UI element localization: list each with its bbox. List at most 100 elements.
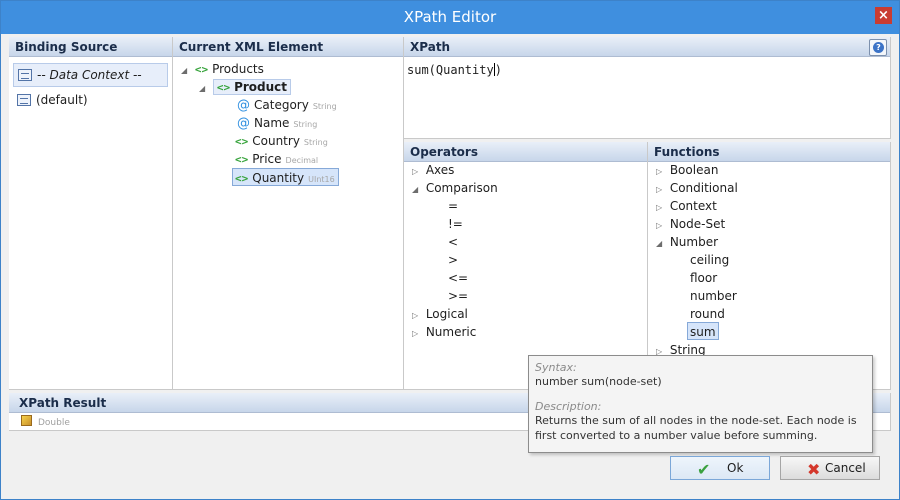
tree-node-product-label-box: <> Product bbox=[212, 79, 292, 95]
operator-greater-equal[interactable]: >= bbox=[448, 287, 468, 305]
function-group-label: Boolean bbox=[669, 163, 719, 177]
function-number[interactable]: number bbox=[690, 287, 737, 305]
database-icon bbox=[18, 69, 32, 81]
element-icon: <> bbox=[235, 135, 249, 148]
functions-panel: Functions ▷ Boolean ▷ Conditional ▷ Cont… bbox=[648, 142, 891, 390]
collapsed-arrow-icon: ▷ bbox=[412, 329, 419, 338]
function-group-label: Number bbox=[669, 235, 719, 249]
element-icon: <> bbox=[216, 81, 231, 94]
expanded-arrow-icon: ◢ bbox=[181, 66, 188, 75]
function-group-label: Node-Set bbox=[669, 217, 726, 231]
operator-group-axes[interactable]: ▷ Axes bbox=[412, 161, 454, 179]
xpath-header: XPath bbox=[404, 37, 890, 57]
ok-button[interactable]: ✔ Ok bbox=[670, 456, 770, 480]
type-label: String bbox=[312, 102, 337, 111]
close-button[interactable]: × bbox=[875, 7, 892, 24]
tree-node-quantity[interactable]: <> Quantity UInt16 bbox=[232, 168, 339, 186]
tree-node-label: Price bbox=[252, 152, 282, 166]
type-label: String bbox=[303, 138, 328, 147]
binding-item-data-context[interactable]: -- Data Context -- bbox=[13, 63, 168, 87]
type-label: UInt16 bbox=[308, 175, 335, 184]
function-group-conditional[interactable]: ▷ Conditional bbox=[656, 179, 738, 197]
operator-group-label: Axes bbox=[425, 163, 455, 177]
value-cube-icon bbox=[21, 415, 32, 426]
tree-node-label: Quantity bbox=[252, 171, 305, 185]
tree-node-price[interactable]: <> Price Decimal bbox=[235, 150, 318, 168]
function-tooltip: Syntax: number sum(node-set) Description… bbox=[528, 355, 873, 453]
operator-group-label: Logical bbox=[425, 307, 468, 321]
tree-node-label: Products bbox=[212, 62, 264, 76]
tooltip-description: Returns the sum of all nodes in the node… bbox=[535, 414, 857, 442]
ok-button-label: Ok bbox=[727, 461, 744, 475]
operators-header: Operators bbox=[404, 142, 647, 162]
function-group-node-set[interactable]: ▷ Node-Set bbox=[656, 215, 725, 233]
operator-equal[interactable]: = bbox=[448, 197, 458, 215]
operator-greater-than[interactable]: > bbox=[448, 251, 458, 269]
xml-element-panel: Current XML Element ◢ <> Products ◢ <> Pro… bbox=[173, 37, 404, 390]
tree-node-category[interactable]: @ Category String bbox=[237, 96, 337, 114]
function-sum[interactable]: sum bbox=[687, 322, 719, 340]
cancel-button[interactable]: ✖ Cancel bbox=[780, 456, 880, 480]
binding-item-label: -- Data Context -- bbox=[37, 68, 142, 82]
help-icon: ? bbox=[873, 42, 884, 53]
function-group-boolean[interactable]: ▷ Boolean bbox=[656, 161, 718, 179]
operator-group-logical[interactable]: ▷ Logical bbox=[412, 305, 468, 323]
tooltip-description-label: Description: bbox=[535, 400, 602, 413]
cancel-button-label: Cancel bbox=[825, 461, 866, 475]
function-round[interactable]: round bbox=[690, 305, 725, 323]
checkmark-icon: ✔ bbox=[697, 460, 711, 479]
tree-node-label: Country bbox=[252, 134, 300, 148]
function-group-number[interactable]: ◢ Number bbox=[656, 233, 718, 251]
tree-node-product[interactable]: ◢ <> Product bbox=[199, 78, 292, 96]
help-button[interactable]: ? bbox=[869, 39, 887, 56]
operator-group-label: Numeric bbox=[425, 325, 477, 339]
expanded-arrow-icon: ◢ bbox=[656, 239, 663, 248]
type-label: Decimal bbox=[285, 156, 319, 165]
operator-group-label: Comparison bbox=[425, 181, 498, 195]
operator-group-comparison[interactable]: ◢ Comparison bbox=[412, 179, 498, 197]
tree-node-label: Category bbox=[254, 98, 309, 112]
xpath-expression-tail: ) bbox=[494, 63, 502, 77]
function-group-context[interactable]: ▷ Context bbox=[656, 197, 717, 215]
tree-node-country[interactable]: <> Country String bbox=[235, 132, 328, 150]
function-floor[interactable]: floor bbox=[690, 269, 717, 287]
function-group-label: Context bbox=[669, 199, 717, 213]
window-title: XPath Editor bbox=[403, 8, 497, 26]
database-icon bbox=[17, 94, 31, 106]
binding-source-panel: Binding Source -- Data Context -- (defau… bbox=[9, 37, 173, 390]
expanded-arrow-icon: ◢ bbox=[199, 84, 206, 93]
title-bar: XPath Editor × bbox=[1, 1, 899, 34]
binding-source-header: Binding Source bbox=[9, 37, 172, 57]
functions-header: Functions bbox=[648, 142, 890, 162]
attribute-icon: @ bbox=[237, 98, 250, 113]
tree-node-products[interactable]: ◢ <> Products bbox=[181, 60, 264, 78]
result-type-row: Double bbox=[21, 414, 70, 430]
tree-node-label: Product bbox=[234, 80, 288, 94]
binding-item-default[interactable]: (default) bbox=[17, 91, 88, 109]
tree-node-label: Name bbox=[254, 116, 290, 130]
tooltip-syntax: number sum(node-set) bbox=[535, 375, 662, 388]
operator-not-equal[interactable]: != bbox=[448, 215, 463, 233]
xpath-expression-editor[interactable]: sum(Quantity) bbox=[407, 63, 502, 77]
element-icon: <> bbox=[235, 153, 249, 166]
binding-item-label: (default) bbox=[36, 93, 88, 107]
xml-element-header: Current XML Element bbox=[173, 37, 403, 57]
element-icon: <> bbox=[194, 63, 209, 76]
xpath-panel: XPath ? sum(Quantity) bbox=[404, 37, 891, 139]
xpath-expression: sum(Quantity bbox=[407, 63, 494, 77]
attribute-icon: @ bbox=[237, 116, 250, 131]
cancel-x-icon: ✖ bbox=[807, 460, 821, 479]
type-label: String bbox=[293, 120, 318, 129]
function-group-label: Conditional bbox=[669, 181, 738, 195]
operators-panel: Operators ▷ Axes ◢ Comparison = != < > <… bbox=[404, 142, 648, 390]
tooltip-syntax-label: Syntax: bbox=[535, 361, 577, 374]
xpath-editor-window: XPath Editor × Binding Source -- Data Co… bbox=[0, 0, 900, 500]
function-ceiling[interactable]: ceiling bbox=[690, 251, 729, 269]
operator-less-equal[interactable]: <= bbox=[448, 269, 468, 287]
expanded-arrow-icon: ◢ bbox=[412, 185, 419, 194]
operator-less-than[interactable]: < bbox=[448, 233, 458, 251]
element-icon: <> bbox=[235, 172, 249, 185]
tree-node-name[interactable]: @ Name String bbox=[237, 114, 317, 132]
operator-group-numeric[interactable]: ▷ Numeric bbox=[412, 323, 476, 341]
result-type: Double bbox=[38, 418, 70, 428]
